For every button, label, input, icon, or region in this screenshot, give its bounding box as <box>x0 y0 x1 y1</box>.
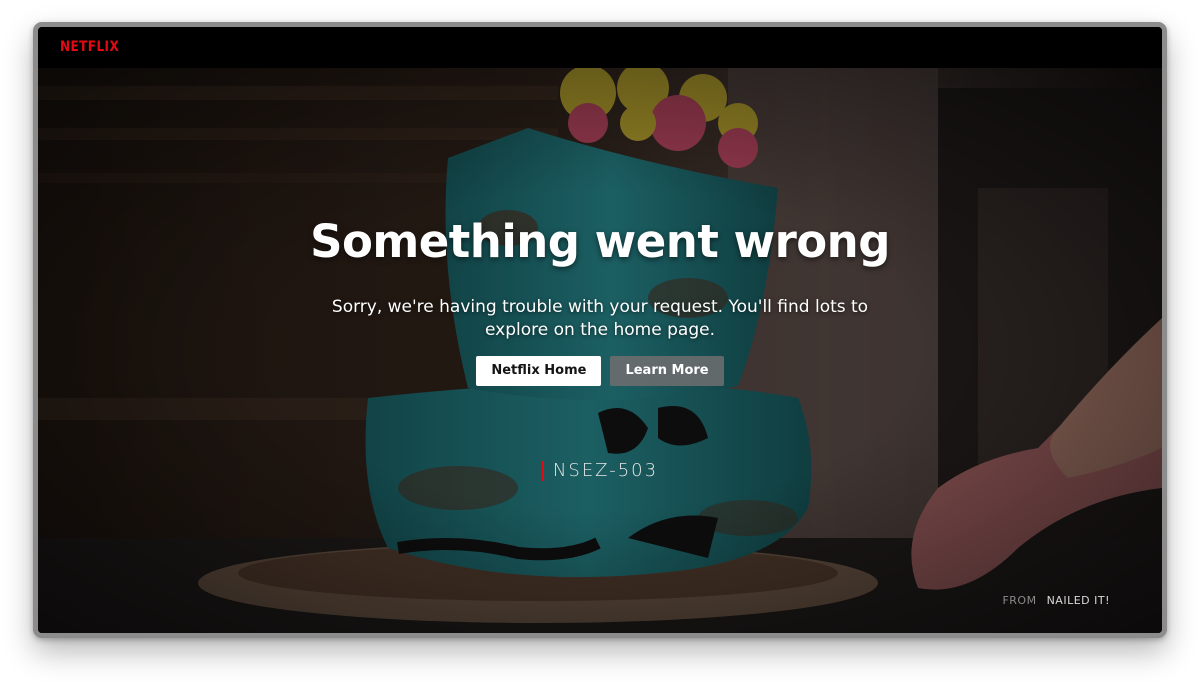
top-nav-bar: NETFLIX <box>38 27 1162 68</box>
error-content: Something went wrong Sorry, we're having… <box>38 68 1162 633</box>
error-code-text: NSEZ-503 <box>552 460 659 481</box>
action-buttons: Netflix Home Learn More <box>38 356 1162 386</box>
browser-window: NETFLIX Something went wrong Sorry, we'r… <box>33 22 1167 638</box>
credit-show-title: NAILED IT! <box>1046 594 1110 607</box>
credit-from-label: FROM <box>1002 594 1037 607</box>
error-code-accent-bar <box>541 460 544 481</box>
error-code: NSEZ-503 <box>38 460 1162 481</box>
netflix-home-button[interactable]: Netflix Home <box>476 356 602 386</box>
learn-more-button[interactable]: Learn More <box>610 356 724 386</box>
error-title: Something went wrong <box>310 215 890 268</box>
netflix-logo[interactable]: NETFLIX <box>60 39 119 55</box>
background-credit: FROM NAILED IT! <box>1002 594 1110 607</box>
error-message: Sorry, we're having trouble with your re… <box>331 297 869 340</box>
